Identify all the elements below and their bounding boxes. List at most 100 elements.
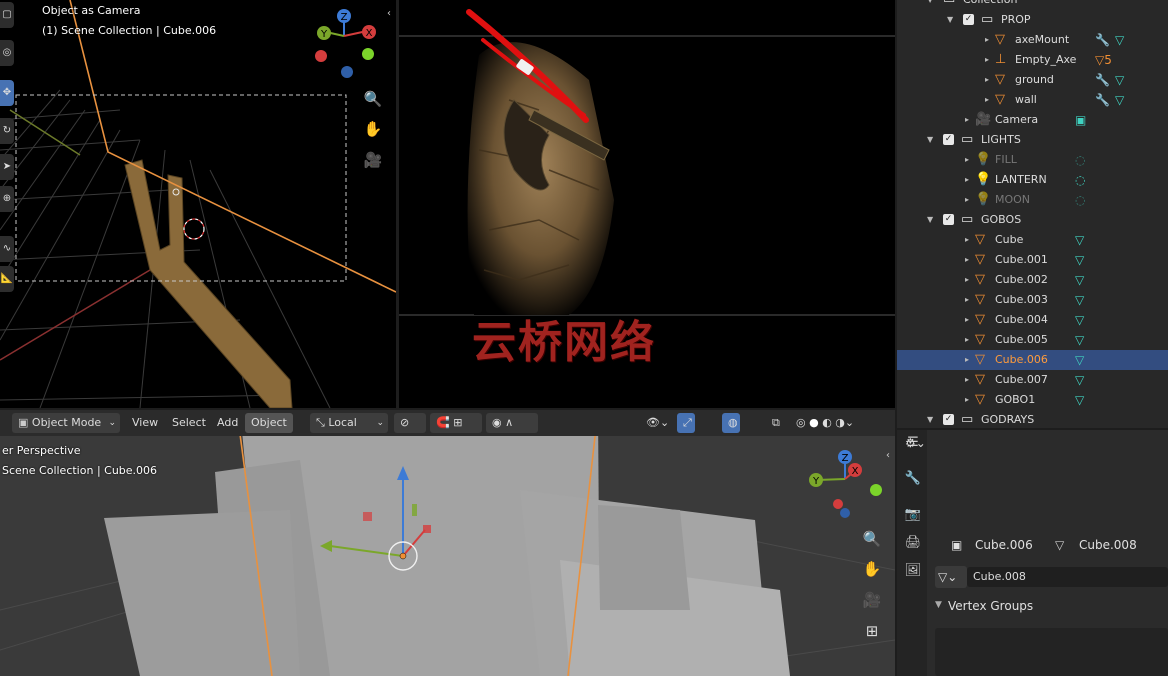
outliner-row[interactable]: ▼ ✓ ▭ GOBOS <box>897 210 1168 230</box>
mesh-data-icon[interactable]: ▽ <box>1115 90 1124 110</box>
cursor-tool-icon[interactable]: ◎ <box>0 40 14 66</box>
mesh-data-icon[interactable]: ▽ <box>1075 350 1084 370</box>
expand-arrow-icon[interactable]: ▸ <box>965 110 969 130</box>
mesh-data-icon[interactable]: ▽ <box>1075 230 1084 250</box>
shading-modes[interactable]: ◎ ● ◐ ◑⌄ <box>790 413 860 433</box>
menu-select[interactable]: Select <box>166 413 212 433</box>
modifier-wrench-icon[interactable]: 🔧 <box>1095 70 1110 90</box>
expand-arrow-icon[interactable]: ▸ <box>985 90 989 110</box>
mesh-data-icon[interactable]: ▽ <box>1075 270 1084 290</box>
gizmo-neg-x-axis[interactable] <box>315 50 327 62</box>
modifier-wrench-icon[interactable]: 🔧 <box>1095 30 1110 50</box>
outliner-row[interactable]: ▸ 🎥 Camera ▣ <box>897 110 1168 130</box>
children-mesh-icon[interactable]: ▽5 <box>1095 50 1112 70</box>
output-tab-icon[interactable]: 🖨 <box>904 534 922 552</box>
mesh-data-icon[interactable]: ▽ <box>1115 70 1124 90</box>
outliner-row[interactable]: ▸ ▽ Cube.002 ▽ <box>897 270 1168 290</box>
tool-tab-icon[interactable]: 🔧 <box>904 470 922 488</box>
expand-arrow-icon[interactable]: ▼ <box>935 600 942 610</box>
zoom-icon[interactable]: 🔍 <box>859 526 885 552</box>
expand-arrow-icon[interactable]: ▼ <box>947 10 953 30</box>
outliner-row[interactable]: ▸ ▽ Cube.006 ▽ <box>897 350 1168 370</box>
snap-toggle[interactable]: 🧲 ⊞ <box>430 413 482 433</box>
collapse-arrow-icon[interactable]: ‹ <box>886 450 890 461</box>
expand-arrow-icon[interactable]: ▸ <box>965 390 969 410</box>
expand-arrow-icon[interactable]: ▸ <box>965 170 969 190</box>
light-data-icon[interactable]: ◌ <box>1075 150 1085 170</box>
vertex-groups-header[interactable]: Vertex Groups <box>948 599 1033 613</box>
gizmo-neg-x-axis[interactable] <box>833 499 843 509</box>
outliner-row[interactable]: ▸ ▽ axeMount 🔧 ▽ <box>897 30 1168 50</box>
collection-checkbox[interactable]: ✓ <box>943 414 954 425</box>
navigation-gizmo[interactable]: Z Y X <box>310 6 380 78</box>
xray-toggle-icon[interactable]: ⧉ <box>766 413 786 433</box>
measure-tool-icon[interactable]: 📐 <box>0 266 14 292</box>
outliner-row[interactable]: ▸ 💡 MOON ◌ <box>897 190 1168 210</box>
gizmo-neg-z-axis[interactable] <box>341 66 353 78</box>
mesh-data-icon[interactable]: ▽ <box>1075 390 1084 410</box>
outliner-row[interactable]: ▸ 💡 LANTERN ◌ <box>897 170 1168 190</box>
pan-hand-icon[interactable]: ✋ <box>859 556 885 582</box>
object-mode-dropdown[interactable]: ▣ Object Mode ⌄ <box>12 413 120 433</box>
collection-checkbox[interactable]: ✓ <box>963 14 974 25</box>
mesh-data-icon[interactable]: ▽ <box>1115 30 1124 50</box>
gizmo-neg-y-axis[interactable] <box>362 48 374 60</box>
mesh-data-icon[interactable]: ▽ <box>1075 370 1084 390</box>
expand-arrow-icon[interactable]: ▸ <box>965 370 969 390</box>
proportional-edit-toggle[interactable]: ◉ ∧ <box>486 413 538 433</box>
render-tab-icon[interactable]: 📷 <box>904 506 922 524</box>
mesh-name[interactable]: Cube.008 <box>1079 538 1137 552</box>
menu-object[interactable]: Object <box>245 413 293 433</box>
expand-arrow-icon[interactable]: ▸ <box>965 190 969 210</box>
mesh-data-icon[interactable]: ▽ <box>1075 250 1084 270</box>
expand-arrow-icon[interactable]: ▸ <box>965 270 969 290</box>
perspective-toggle-icon[interactable]: ⊞ <box>859 618 885 644</box>
expand-arrow-icon[interactable]: ▸ <box>985 50 989 70</box>
collection-checkbox[interactable]: ✓ <box>943 134 954 145</box>
transform-tool-icon[interactable]: ⊕ <box>0 186 14 212</box>
outliner-row[interactable]: ▸ ▽ Cube ▽ <box>897 230 1168 250</box>
expand-arrow-icon[interactable]: ▸ <box>965 310 969 330</box>
camera-data-icon[interactable]: ▣ <box>1075 110 1086 130</box>
outliner-row[interactable]: ▸ ▽ Cube.005 ▽ <box>897 330 1168 350</box>
expand-arrow-icon[interactable]: ▸ <box>965 150 969 170</box>
mesh-data-icon[interactable]: ▽ <box>1075 310 1084 330</box>
expand-arrow-icon[interactable]: ▼ <box>927 130 933 150</box>
expand-arrow-icon[interactable]: ▸ <box>965 350 969 370</box>
gizmo-toggle-icon[interactable]: ⤢ <box>677 413 695 433</box>
overlay-toggle-icon[interactable]: ◍ <box>722 413 740 433</box>
outliner-row[interactable]: ▸ ▽ Cube.001 ▽ <box>897 250 1168 270</box>
camera-view-icon[interactable]: 🎥 <box>360 147 386 173</box>
move-tool-icon[interactable]: ✥ <box>0 80 14 106</box>
viewport-perspective[interactable]: ▣ Object Mode ⌄ View Select Add Object ⤡… <box>0 410 895 676</box>
editor-type-dropdown[interactable]: ⚙⌄ <box>905 436 933 456</box>
outliner-row[interactable]: ▼ ▭ Collection <box>897 0 1168 10</box>
object-name[interactable]: Cube.006 <box>975 538 1033 552</box>
outliner-row[interactable]: ▸ ⊥ Empty_Axe ▽5 <box>897 50 1168 70</box>
outliner-panel[interactable]: ▼▭Collection▼✓▭PROP▸▽axeMount🔧▽▸⊥Empty_A… <box>897 0 1168 428</box>
rotate-tool-icon[interactable]: ↻ <box>0 118 14 144</box>
annotate-tool-icon[interactable]: ∿ <box>0 236 14 262</box>
menu-add[interactable]: Add <box>211 413 244 433</box>
expand-arrow-icon[interactable]: ▸ <box>965 290 969 310</box>
outliner-row[interactable]: ▸ ▽ Cube.003 ▽ <box>897 290 1168 310</box>
properties-panel[interactable]: ☰ 🔧 📷 🖨 🖼 ⚙⌄ ▣ Cube.006 ▽ Cube.008 ▽⌄ Cu… <box>897 430 1168 676</box>
transform-orientation-dropdown[interactable]: ⤡ Local ⌄ <box>310 413 388 433</box>
expand-arrow-icon[interactable]: ▸ <box>985 30 989 50</box>
outliner-row[interactable]: ▸ ▽ Cube.004 ▽ <box>897 310 1168 330</box>
collapse-arrow-icon[interactable]: ‹ <box>387 8 391 19</box>
mesh-browse-dropdown[interactable]: ▽⌄ <box>935 566 967 588</box>
outliner-row[interactable]: ▼ ✓ ▭ PROP <box>897 10 1168 30</box>
outliner-row[interactable]: ▸ ▽ Cube.007 ▽ <box>897 370 1168 390</box>
light-data-icon[interactable]: ◌ <box>1075 170 1085 190</box>
gizmo-neg-z-axis[interactable] <box>840 508 850 518</box>
collection-checkbox[interactable]: ✓ <box>943 214 954 225</box>
select-box-tool-icon[interactable]: ▢ <box>0 2 14 28</box>
mesh-data-field[interactable]: Cube.008 <box>967 567 1168 587</box>
outliner-row[interactable]: ▼ ✓ ▭ LIGHTS <box>897 130 1168 150</box>
expand-arrow-icon[interactable]: ▼ <box>927 210 933 230</box>
visibility-eye-icon[interactable]: 👁⌄ <box>640 413 675 433</box>
expand-arrow-icon[interactable]: ▸ <box>985 70 989 90</box>
expand-arrow-icon[interactable]: ▸ <box>965 250 969 270</box>
gizmo-neg-y-axis[interactable] <box>870 484 882 496</box>
